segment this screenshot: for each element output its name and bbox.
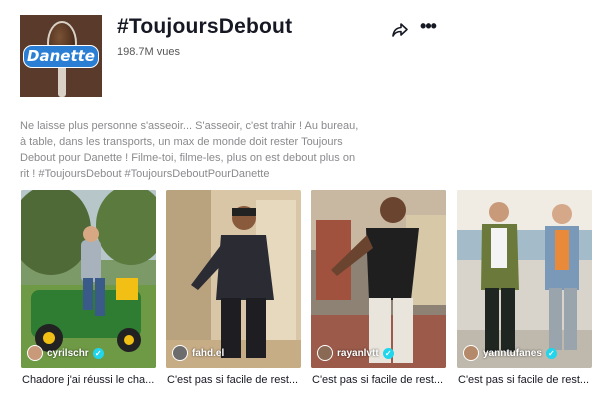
creator-info[interactable]: yanntufanes ✓ xyxy=(463,345,557,361)
video-thumbnail[interactable]: yanntufanes ✓ xyxy=(457,190,592,368)
verified-badge-icon: ✓ xyxy=(382,347,394,359)
hashtag-description: Ne laisse plus personne s'asseoir... S'a… xyxy=(20,120,359,180)
spoon-handle-graphic xyxy=(58,65,66,97)
video-card[interactable]: cyrilschr ✓ Chadore j'ai réussi le cha..… xyxy=(21,190,156,390)
creator-info[interactable]: rayanlvtt ✓ xyxy=(317,345,394,361)
share-button[interactable] xyxy=(390,20,410,40)
creator-username[interactable]: rayanlvtt xyxy=(337,348,379,359)
creator-username[interactable]: cyrilschr xyxy=(47,348,89,359)
avatar[interactable] xyxy=(317,345,333,361)
hashtag-title: #ToujoursDebout xyxy=(117,15,293,38)
video-thumbnail[interactable]: rayanlvtt ✓ xyxy=(311,190,446,368)
creator-username[interactable]: yanntufanes xyxy=(483,348,542,359)
logo-wordmark: Danette xyxy=(23,45,99,68)
brand-logo: Danette xyxy=(20,15,102,97)
video-caption[interactable]: C'est pas si facile de rest... xyxy=(167,374,302,386)
video-scene-image xyxy=(21,190,156,368)
video-card[interactable]: yanntufanes ✓ C'est pas si facile de res… xyxy=(457,190,592,390)
share-icon xyxy=(392,23,408,37)
video-caption[interactable]: C'est pas si facile de rest... xyxy=(458,374,593,386)
avatar[interactable] xyxy=(172,345,188,361)
more-options-button[interactable]: ••• xyxy=(417,16,439,39)
video-scene-image xyxy=(457,190,592,368)
video-caption[interactable]: Chadore j'ai réussi le cha... xyxy=(22,374,157,386)
video-thumbnail[interactable]: cyrilschr ✓ xyxy=(21,190,156,368)
video-card[interactable]: fahd.el C'est pas si facile de rest... xyxy=(166,190,301,390)
verified-badge-icon: ✓ xyxy=(545,347,557,359)
creator-username[interactable]: fahd.el xyxy=(192,348,224,359)
video-grid: cyrilschr ✓ Chadore j'ai réussi le cha..… xyxy=(21,190,593,390)
view-count: 198.7M vues xyxy=(117,46,180,58)
creator-info[interactable]: cyrilschr ✓ xyxy=(27,345,104,361)
video-scene-image xyxy=(166,190,301,368)
hashtag-header: Danette #ToujoursDebout 198.7M vues ••• xyxy=(20,15,580,100)
video-scene-image xyxy=(311,190,446,368)
video-thumbnail[interactable]: fahd.el xyxy=(166,190,301,368)
more-icon: ••• xyxy=(420,16,437,36)
avatar[interactable] xyxy=(463,345,479,361)
avatar[interactable] xyxy=(27,345,43,361)
verified-badge-icon: ✓ xyxy=(92,347,104,359)
creator-info[interactable]: fahd.el xyxy=(172,345,224,361)
video-caption[interactable]: C'est pas si facile de rest... xyxy=(312,374,447,386)
video-card[interactable]: rayanlvtt ✓ C'est pas si facile de rest.… xyxy=(311,190,446,390)
